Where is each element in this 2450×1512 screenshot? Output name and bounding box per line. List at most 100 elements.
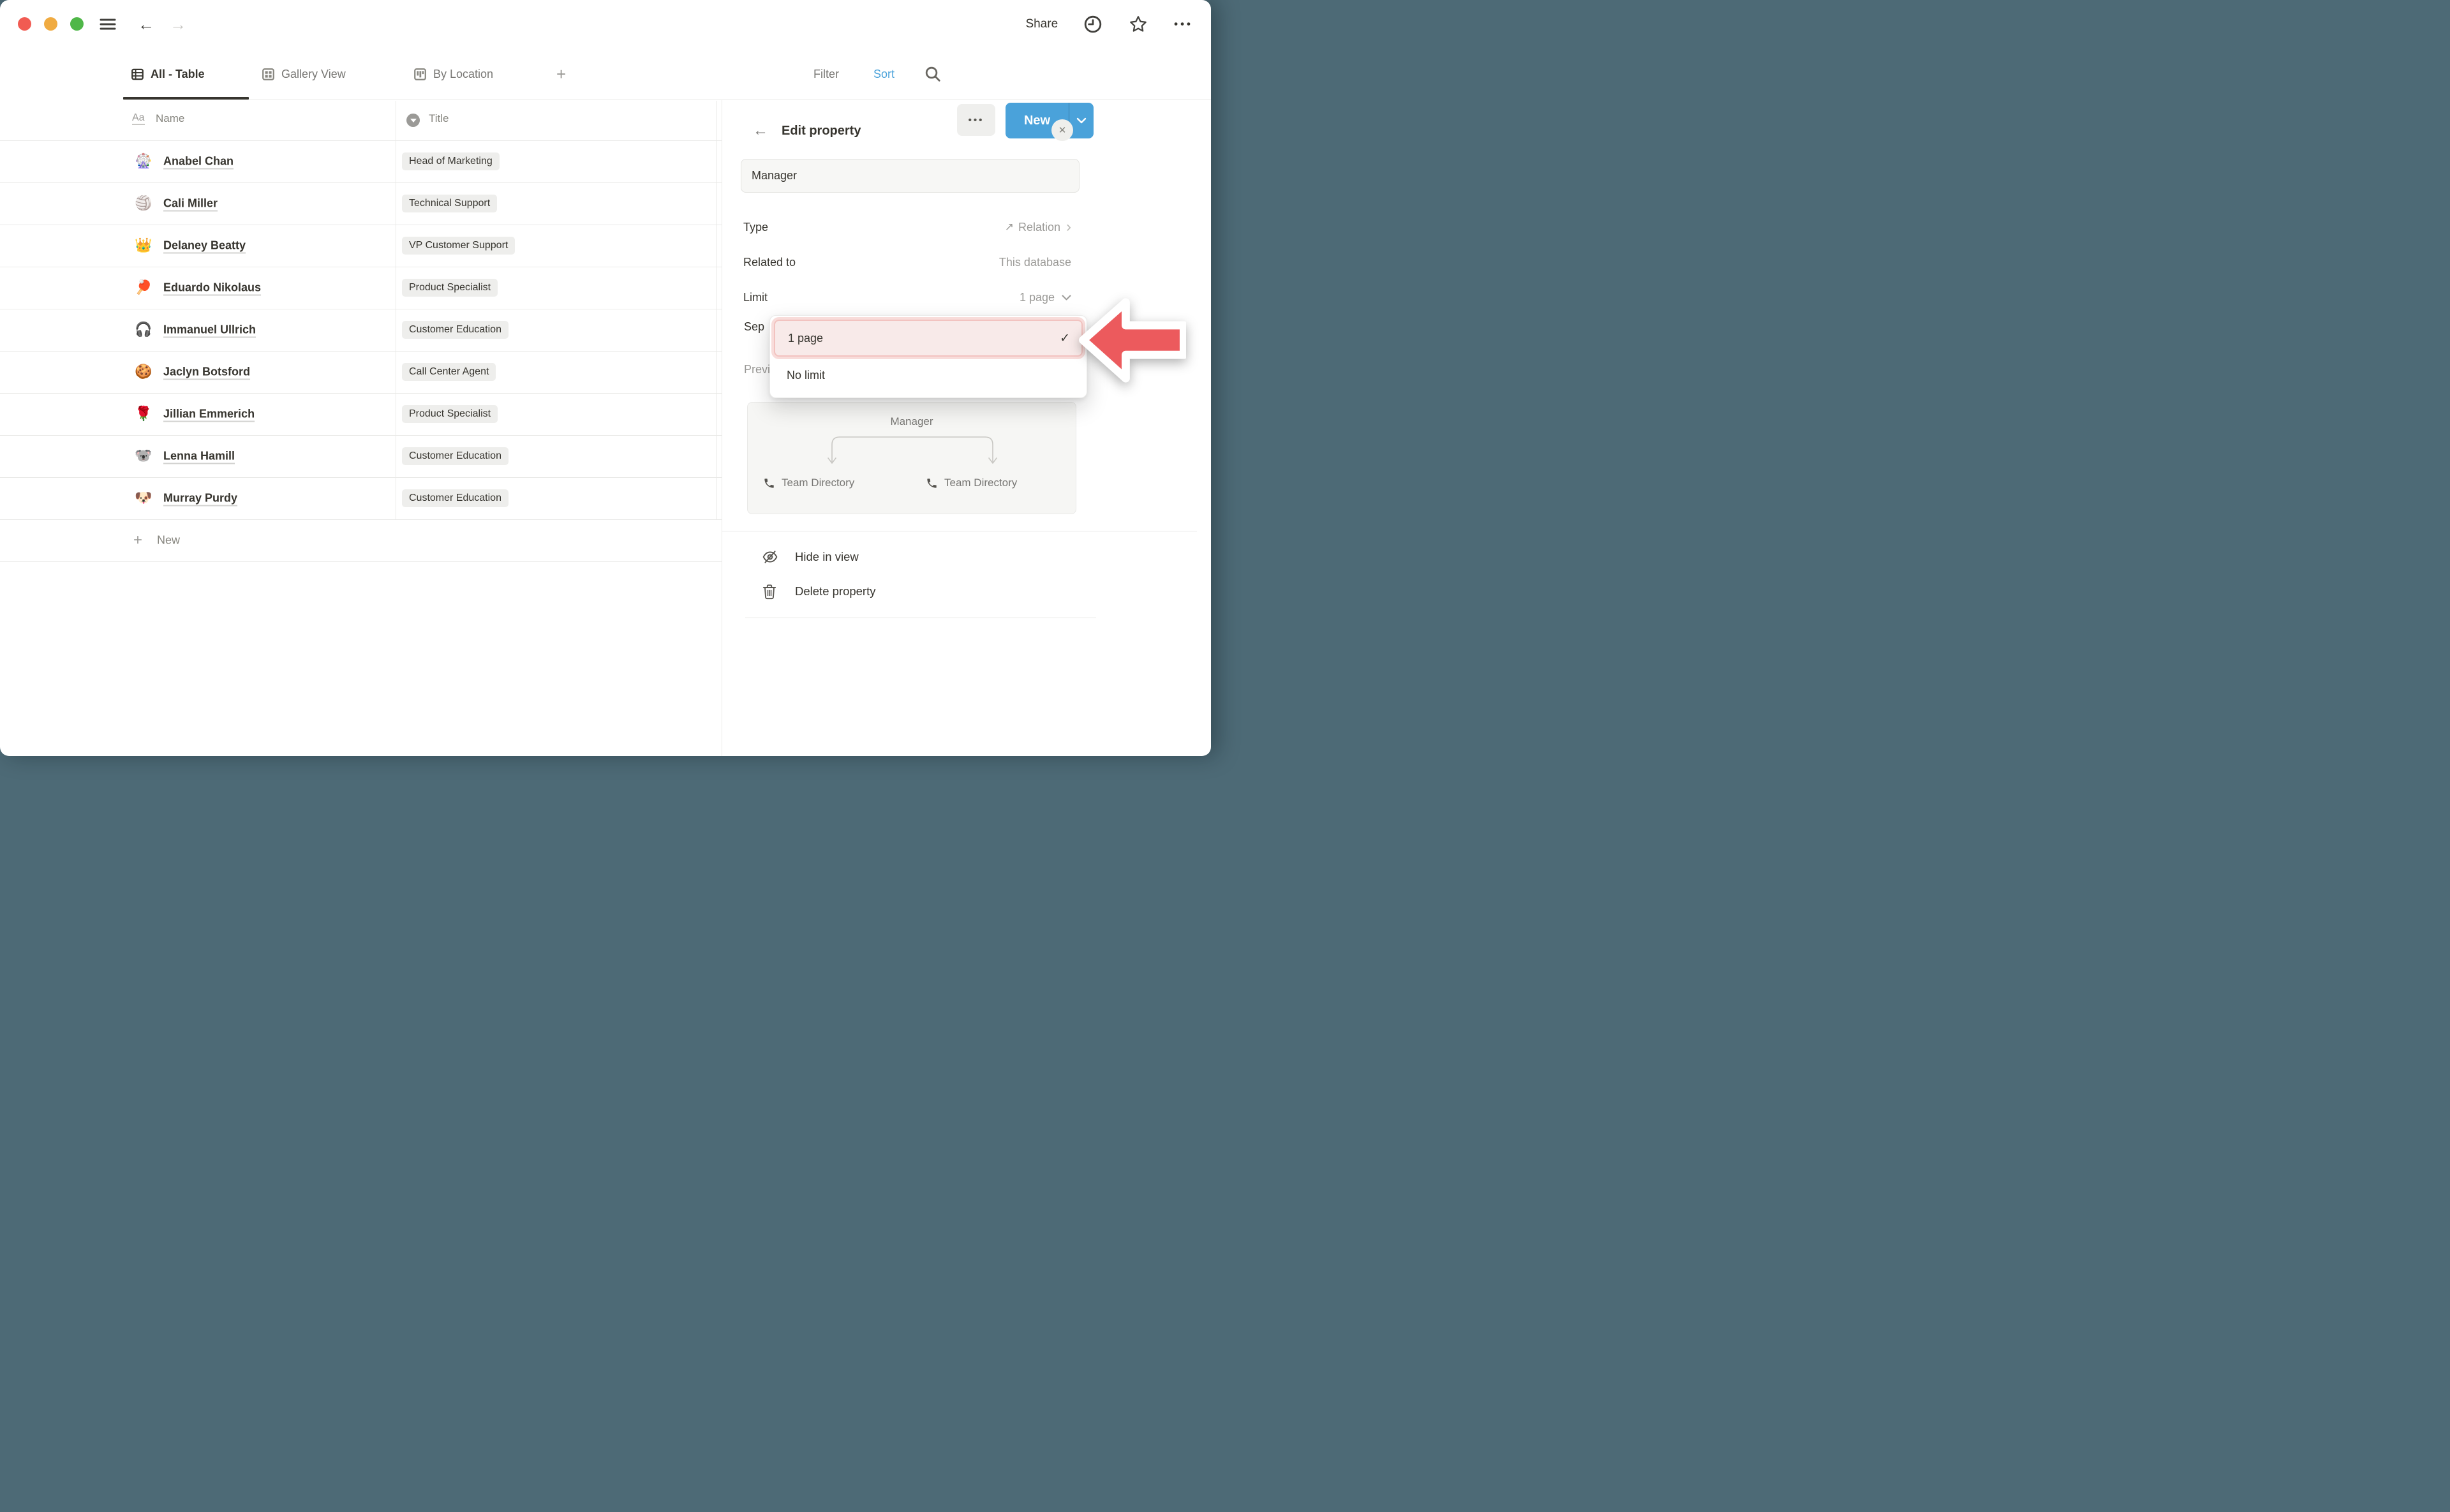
table-view-icon [131, 68, 144, 81]
preview-target-label: Team Directory [782, 477, 854, 489]
panel-title: Edit property [782, 124, 861, 138]
tab-by-location[interactable]: By Location [413, 48, 493, 100]
preview-target: Team Directory [763, 477, 854, 489]
filter-button[interactable]: Filter [813, 48, 839, 100]
notion-window: ← → Share ••• All - Table Gallery View [0, 0, 1211, 756]
select-property-icon [406, 114, 420, 127]
board-view-icon [413, 68, 427, 81]
share-button[interactable]: Share [1025, 17, 1058, 31]
chevron-down-icon [1062, 295, 1071, 300]
column-header-name[interactable]: Name [156, 112, 184, 125]
column-header-title[interactable]: Title [429, 112, 449, 125]
row-name-link[interactable]: Cali Miller [163, 197, 218, 211]
minimize-window-button[interactable] [44, 17, 57, 31]
panel-close-icon[interactable]: ✕ [1051, 119, 1073, 141]
preview-source-label: Manager [748, 415, 1076, 428]
table-row[interactable]: 🌹 Jillian Emmerich Product Specialist [0, 393, 722, 436]
title-tag[interactable]: Product Specialist [402, 405, 498, 423]
table-row[interactable]: 🍪 Jaclyn Botsford Call Center Agent [0, 351, 722, 394]
tab-gallery-view[interactable]: Gallery View [262, 48, 346, 100]
relation-bracket-lines [826, 434, 999, 464]
close-window-button[interactable] [18, 17, 31, 31]
new-row-button[interactable]: + New [0, 519, 722, 562]
table-row[interactable]: 🐨 Lenna Hamill Customer Education [0, 435, 722, 478]
option-label: 1 page [788, 332, 823, 345]
row-emoji-icon: 👑 [135, 238, 152, 254]
add-view-button[interactable]: + [556, 48, 566, 100]
table-row[interactable]: 👑 Delaney Beatty VP Customer Support [0, 225, 722, 267]
table-row[interactable]: 🐶 Murray Purdy Customer Education [0, 477, 722, 520]
property-row-type[interactable]: Type ↗ Relation › [743, 215, 1071, 239]
row-emoji-icon: 🏐 [135, 196, 152, 212]
tab-all-table[interactable]: All - Table [131, 48, 205, 100]
hide-in-view-label: Hide in view [795, 550, 859, 564]
relation-preview-box: Manager Team Directory Team Directory [747, 402, 1076, 514]
title-tag[interactable]: Head of Marketing [402, 152, 500, 170]
property-name-input[interactable]: Manager [741, 159, 1080, 193]
updates-clock-icon[interactable] [1083, 15, 1102, 34]
row-name-link[interactable]: Lenna Hamill [163, 450, 235, 463]
table-row[interactable]: 🎡 Anabel Chan Head of Marketing [0, 140, 722, 183]
title-tag[interactable]: Customer Education [402, 447, 509, 465]
zoom-window-button[interactable] [70, 17, 84, 31]
dropdown-option-1-page[interactable]: 1 page ✓ [774, 320, 1083, 357]
table-row[interactable]: 🎧 Immanuel Ullrich Customer Education [0, 309, 722, 352]
sidebar-toggle-icon[interactable] [97, 14, 119, 34]
row-name-link[interactable]: Jaclyn Botsford [163, 366, 250, 379]
title-tag[interactable]: Technical Support [402, 195, 497, 212]
traffic-lights [18, 17, 84, 31]
table-row[interactable]: 🏐 Cali Miller Technical Support [0, 182, 722, 225]
row-name-link[interactable]: Eduardo Nikolaus [163, 281, 261, 295]
tab-label: All - Table [151, 68, 205, 81]
forward-icon[interactable]: → [167, 14, 189, 34]
text-property-icon: Aa [132, 112, 145, 125]
panel-back-icon[interactable]: ← [753, 122, 768, 140]
limit-dropdown-menu: 1 page ✓ No limit [769, 315, 1087, 398]
phone-icon [926, 477, 938, 489]
new-row-label: New [157, 534, 180, 547]
property-row-limit[interactable]: Limit 1 page [743, 285, 1071, 309]
row-emoji-icon: 🌹 [135, 406, 152, 422]
preview-target: Team Directory [926, 477, 1017, 489]
delete-property-label: Delete property [795, 584, 875, 598]
row-emoji-icon: 🍪 [135, 364, 152, 380]
favorite-star-icon[interactable] [1128, 14, 1148, 34]
dropdown-option-no-limit[interactable]: No limit [774, 357, 1083, 394]
back-icon[interactable]: ← [135, 14, 157, 34]
relation-arrow-icon: ↗ [1005, 221, 1014, 233]
titlebar: ← → Share ••• [0, 0, 1211, 48]
view-toolbar: All - Table Gallery View By Location + F… [0, 48, 1211, 100]
row-name-link[interactable]: Immanuel Ullrich [163, 323, 256, 337]
title-tag[interactable]: Product Specialist [402, 279, 498, 297]
row-name-link[interactable]: Anabel Chan [163, 155, 234, 168]
sort-button[interactable]: Sort [873, 48, 895, 100]
property-value: Relation [1018, 221, 1060, 234]
option-label: No limit [787, 369, 825, 382]
property-name-value: Manager [752, 169, 797, 182]
tab-label: By Location [433, 68, 493, 81]
row-name-link[interactable]: Murray Purdy [163, 492, 237, 505]
edit-property-panel: ← Edit property ✕ Manager Type ↗ Relatio… [722, 100, 1197, 756]
table-header: Aa Name Title [0, 100, 722, 141]
row-name-link[interactable]: Jillian Emmerich [163, 408, 255, 421]
row-name-link[interactable]: Delaney Beatty [163, 239, 246, 253]
property-label: Limit [743, 291, 768, 304]
search-icon[interactable] [924, 48, 942, 100]
plus-icon: + [133, 531, 142, 549]
trash-icon [762, 583, 777, 600]
chevron-right-icon: › [1066, 219, 1071, 235]
annotation-arrow-icon [1076, 298, 1186, 383]
property-row-related-to[interactable]: Related to This database [743, 250, 1071, 274]
title-tag[interactable]: Customer Education [402, 489, 509, 507]
preview-target-label: Team Directory [944, 477, 1017, 489]
title-tag[interactable]: Customer Education [402, 321, 509, 339]
delete-property-button[interactable]: Delete property [722, 576, 1197, 607]
gallery-view-icon [262, 68, 275, 81]
title-tag[interactable]: Call Center Agent [402, 363, 496, 381]
property-value: 1 page [1020, 291, 1055, 304]
more-options-icon[interactable]: ••• [1174, 18, 1193, 31]
table-row[interactable]: 🏓 Eduardo Nikolaus Product Specialist [0, 267, 722, 309]
hide-in-view-button[interactable]: Hide in view [722, 542, 1197, 572]
title-tag[interactable]: VP Customer Support [402, 237, 515, 255]
tab-label: Gallery View [281, 68, 346, 81]
